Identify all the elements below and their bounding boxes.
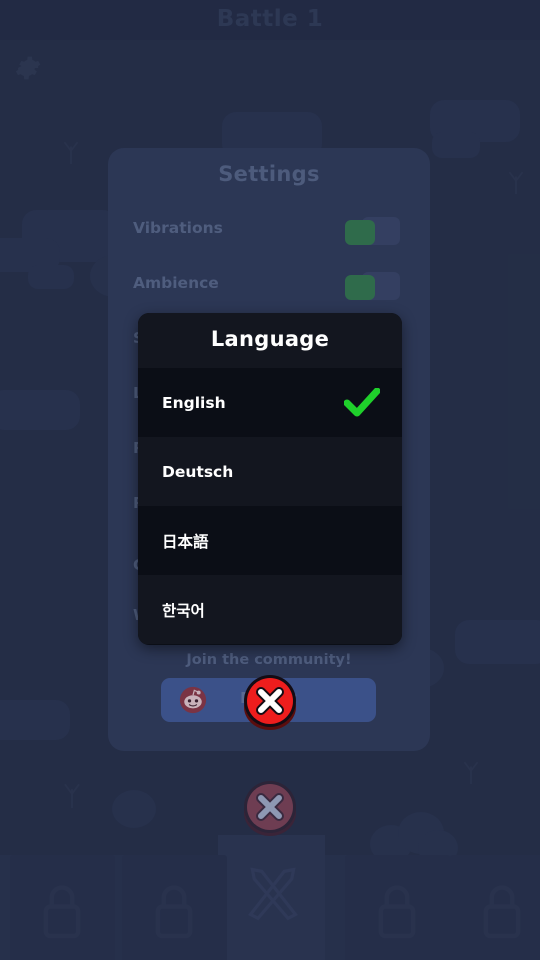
check-icon <box>344 387 380 416</box>
settings-row-ambience[interactable]: Ambience <box>108 266 430 306</box>
vibrations-toggle[interactable] <box>345 217 400 245</box>
community-label: Join the community! <box>186 652 352 668</box>
app-root: Battle 1 Settings Vibrations Ambience Jo… <box>0 0 540 960</box>
settings-title: Settings <box>218 162 320 186</box>
language-option-english[interactable]: English <box>138 368 402 437</box>
language-option-label: 한국어 <box>162 601 205 620</box>
language-option-label: 日本語 <box>162 532 209 551</box>
language-option-label: Deutsch <box>162 462 234 481</box>
toggle-knob <box>345 275 375 300</box>
settings-row-vibrations[interactable]: Vibrations <box>108 211 430 251</box>
language-option-label: English <box>162 393 226 412</box>
close-button-dimmed[interactable] <box>240 777 300 837</box>
language-dialog-header: Language <box>138 313 402 368</box>
language-dialog-title: Language <box>210 327 330 351</box>
toggle-knob <box>345 220 375 245</box>
settings-row-label: Ambience <box>133 274 219 292</box>
language-option-japanese[interactable]: 日本語 <box>138 506 402 575</box>
language-option-deutsch[interactable]: Deutsch <box>138 437 402 506</box>
close-button-active[interactable] <box>240 671 300 731</box>
settings-row-label: Vibrations <box>133 219 223 237</box>
language-dialog: Language English Deutsch 日本語 한국어 <box>138 313 402 645</box>
language-option-korean[interactable]: 한국어 <box>138 575 402 644</box>
ambience-toggle[interactable] <box>345 272 400 300</box>
